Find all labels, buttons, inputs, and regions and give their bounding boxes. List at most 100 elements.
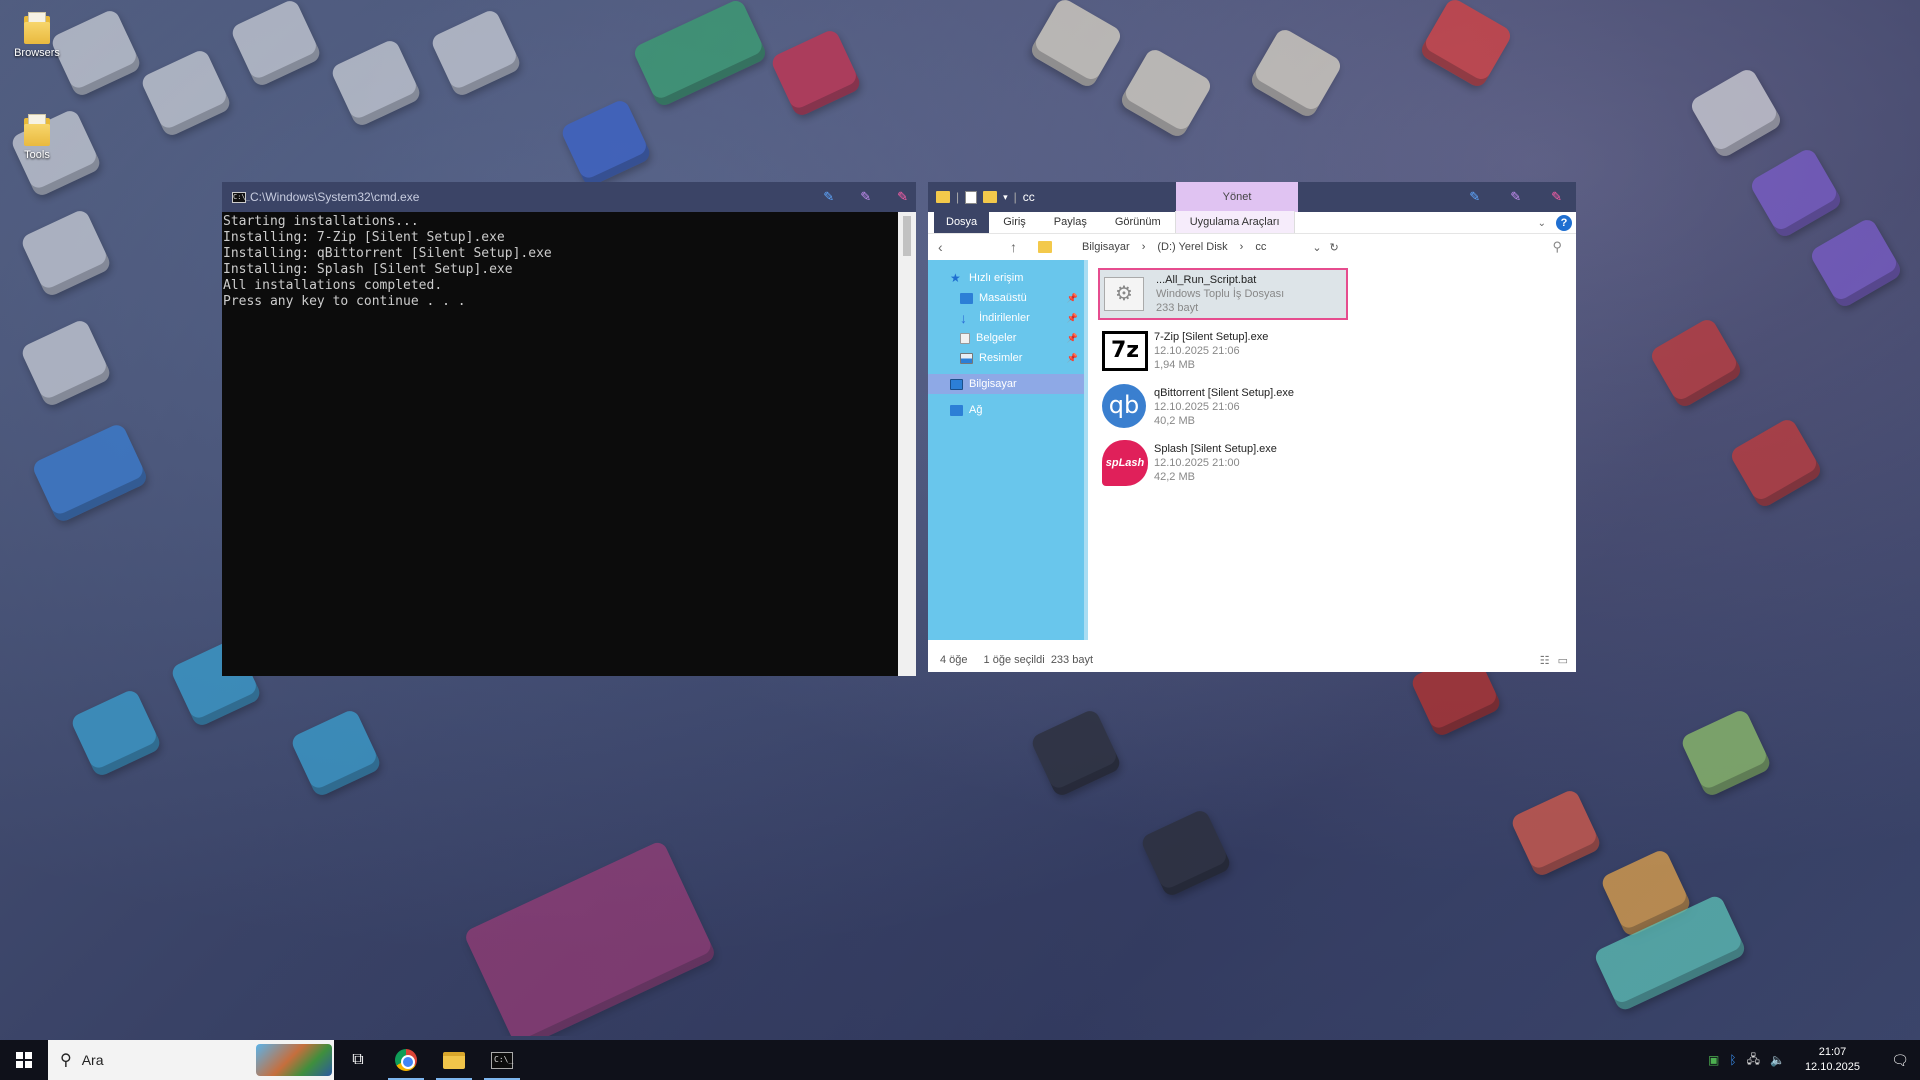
cmd-window[interactable]: C:\_ C:\Windows\System32\cmd.exe ✎ ✎ ✎ S… bbox=[222, 182, 916, 676]
minimize-button[interactable]: ✎ bbox=[823, 189, 834, 205]
details-view-icon[interactable]: ☷ bbox=[1540, 654, 1550, 667]
file-item-splash[interactable]: spLash Splash [Silent Setup].exe 12.10.2… bbox=[1098, 438, 1348, 488]
file-item-7zip[interactable]: 7z 7-Zip [Silent Setup].exe 12.10.2025 2… bbox=[1098, 326, 1348, 376]
chevron-down-icon[interactable]: ▾ bbox=[1003, 192, 1008, 203]
console-line: Installing: 7-Zip [Silent Setup].exe bbox=[223, 230, 505, 245]
bluetooth-icon[interactable]: ᛒ bbox=[1729, 1053, 1736, 1067]
file-item-all-run-script[interactable]: ⚙ ...All_Run_Script.bat Windows Toplu İş… bbox=[1098, 268, 1348, 320]
network-icon[interactable]: 🖧 bbox=[1747, 1050, 1760, 1071]
file-date: 12.10.2025 21:00 bbox=[1154, 457, 1240, 469]
scrollbar-thumb[interactable] bbox=[903, 216, 911, 256]
file-size: 42,2 MB bbox=[1154, 471, 1195, 483]
pin-icon[interactable]: 📌 bbox=[1067, 293, 1078, 304]
desktop-icon bbox=[960, 292, 973, 304]
minimize-button[interactable]: ✎ bbox=[1469, 189, 1480, 205]
tab-home[interactable]: Giriş bbox=[989, 211, 1040, 233]
tab-file[interactable]: Dosya bbox=[934, 211, 990, 233]
pictures-icon bbox=[960, 352, 973, 364]
desktop-icon-label: Tools bbox=[24, 149, 50, 161]
breadcrumb-separator: › bbox=[1141, 241, 1146, 253]
nav-item-label: Ağ bbox=[969, 404, 983, 416]
star-icon: ★ bbox=[950, 270, 961, 285]
up-arrow-icon[interactable]: ↑ bbox=[1010, 239, 1032, 255]
start-button[interactable] bbox=[0, 1040, 48, 1080]
pin-icon[interactable]: 📌 bbox=[1067, 333, 1078, 344]
nav-item-this-pc[interactable]: Bilgisayar bbox=[928, 374, 1084, 394]
explorer-window[interactable]: | ▾ | cc Yönet ✎ ✎ ✎ Dosya Giriş Paylaş … bbox=[928, 182, 1576, 672]
tab-application-tools[interactable]: Uygulama Araçları bbox=[1174, 211, 1295, 233]
qbittorrent-icon: qb bbox=[1102, 384, 1146, 428]
bat-icon: ⚙ bbox=[1104, 277, 1144, 311]
taskbar: ⚲ Ara ⧉ C:\_ ▣ ᛒ 🖧 🔈 21:07 12.10.2025 🗨 bbox=[0, 1040, 1920, 1080]
close-button[interactable]: ✎ bbox=[1551, 189, 1562, 205]
tray-app-icon[interactable]: ▣ bbox=[1708, 1053, 1719, 1067]
volume-icon[interactable]: 🔈 bbox=[1770, 1053, 1785, 1067]
pin-icon[interactable]: 📌 bbox=[1067, 353, 1078, 364]
desktop-icon-browsers[interactable]: Browsers bbox=[8, 10, 66, 59]
selected-size: 233 bayt bbox=[1050, 654, 1094, 666]
file-date: 12.10.2025 21:06 bbox=[1154, 345, 1240, 357]
explorer-window-title: cc bbox=[1022, 190, 1035, 204]
address-bar[interactable]: ‹ ↑ Bilgisayar › (D:) Yerel Disk › cc ⌄ … bbox=[928, 234, 1576, 260]
desktop-icon-label: Browsers bbox=[14, 47, 60, 59]
nav-item-documents[interactable]: Belgeler 📌 bbox=[928, 328, 1084, 348]
pin-icon[interactable]: 📌 bbox=[1067, 313, 1078, 324]
help-icon[interactable]: ? bbox=[1556, 215, 1572, 231]
console-line: Press any key to continue . . . bbox=[223, 294, 466, 309]
explorer-title-bar[interactable]: | ▾ | cc Yönet ✎ ✎ ✎ bbox=[928, 182, 1576, 212]
console-line: Installing: qBittorrent [Silent Setup].e… bbox=[223, 246, 552, 261]
file-explorer-icon bbox=[443, 1051, 465, 1069]
tab-view[interactable]: Görünüm bbox=[1101, 211, 1175, 233]
clock-time: 21:07 bbox=[1818, 1046, 1847, 1058]
nav-item-label: Belgeler bbox=[976, 332, 1017, 344]
properties-icon[interactable] bbox=[965, 190, 978, 204]
task-view-button[interactable]: ⧉ bbox=[334, 1040, 382, 1080]
nav-item-label: İndirilenler bbox=[979, 312, 1030, 324]
file-item-qbittorrent[interactable]: qb qBittorrent [Silent Setup].exe 12.10.… bbox=[1098, 382, 1348, 432]
cmd-console-output[interactable]: Starting installations... Installing: 7-Z… bbox=[222, 212, 898, 676]
breadcrumb-item[interactable]: Bilgisayar bbox=[1082, 241, 1130, 253]
chevron-down-icon[interactable]: ⌄ bbox=[1538, 218, 1546, 229]
nav-item-network[interactable]: Ağ bbox=[928, 400, 1084, 420]
back-arrow-icon[interactable]: ‹ bbox=[938, 239, 960, 255]
search-icon[interactable]: ⚲ bbox=[1552, 239, 1562, 255]
breadcrumb-item[interactable]: cc bbox=[1255, 241, 1266, 253]
search-highlight-image bbox=[256, 1044, 332, 1076]
breadcrumb-item[interactable]: (D:) Yerel Disk bbox=[1157, 241, 1227, 253]
nav-item-downloads[interactable]: ↓ İndirilenler 📌 bbox=[928, 308, 1084, 328]
close-button[interactable]: ✎ bbox=[897, 189, 908, 205]
console-line: Starting installations... bbox=[223, 214, 419, 229]
clock[interactable]: 21:07 12.10.2025 bbox=[1795, 1045, 1870, 1075]
cmd-scrollbar[interactable] bbox=[898, 212, 916, 676]
maximize-button[interactable]: ✎ bbox=[1510, 189, 1521, 205]
search-icon: ⚲ bbox=[60, 1052, 72, 1069]
file-size: 233 bayt bbox=[1156, 302, 1199, 314]
item-count: 4 öğe bbox=[940, 654, 968, 666]
notification-center-icon[interactable]: 🗨 bbox=[1880, 1052, 1920, 1069]
refresh-icon[interactable]: ↻ bbox=[1330, 241, 1339, 254]
maximize-button[interactable]: ✎ bbox=[860, 189, 871, 205]
nav-item-pictures[interactable]: Resimler 📌 bbox=[928, 348, 1084, 368]
chevron-down-icon[interactable]: ⌄ bbox=[1312, 241, 1321, 254]
contextual-tab-manage[interactable]: Yönet bbox=[1176, 182, 1298, 212]
taskbar-chrome[interactable] bbox=[382, 1040, 430, 1080]
new-folder-icon[interactable] bbox=[983, 191, 998, 203]
file-type: Windows Toplu İş Dosyası bbox=[1156, 288, 1285, 300]
large-icons-view-icon[interactable]: ▭ bbox=[1558, 654, 1568, 667]
taskbar-cmd[interactable]: C:\_ bbox=[478, 1040, 526, 1080]
tab-share[interactable]: Paylaş bbox=[1040, 211, 1101, 233]
cmd-title-bar[interactable]: C:\_ C:\Windows\System32\cmd.exe ✎ ✎ ✎ bbox=[222, 182, 916, 212]
pane-splitter[interactable] bbox=[1084, 260, 1088, 640]
cmd-window-title: C:\Windows\System32\cmd.exe bbox=[250, 190, 420, 204]
nav-item-desktop[interactable]: Masaüstü 📌 bbox=[928, 288, 1084, 308]
folder-icon bbox=[22, 112, 52, 146]
breadcrumb-separator: › bbox=[1239, 241, 1244, 253]
folder-icon bbox=[1038, 241, 1052, 253]
network-icon bbox=[950, 404, 963, 416]
task-view-icon: ⧉ bbox=[352, 1051, 364, 1068]
taskbar-file-explorer[interactable] bbox=[430, 1040, 478, 1080]
nav-item-quick-access[interactable]: ★ Hızlı erişim bbox=[928, 268, 1084, 288]
desktop-icon-tools[interactable]: Tools bbox=[8, 112, 66, 161]
system-tray: ▣ ᛒ 🖧 🔈 21:07 12.10.2025 🗨 bbox=[1708, 1040, 1920, 1080]
taskbar-search-box[interactable]: ⚲ Ara bbox=[48, 1040, 334, 1080]
